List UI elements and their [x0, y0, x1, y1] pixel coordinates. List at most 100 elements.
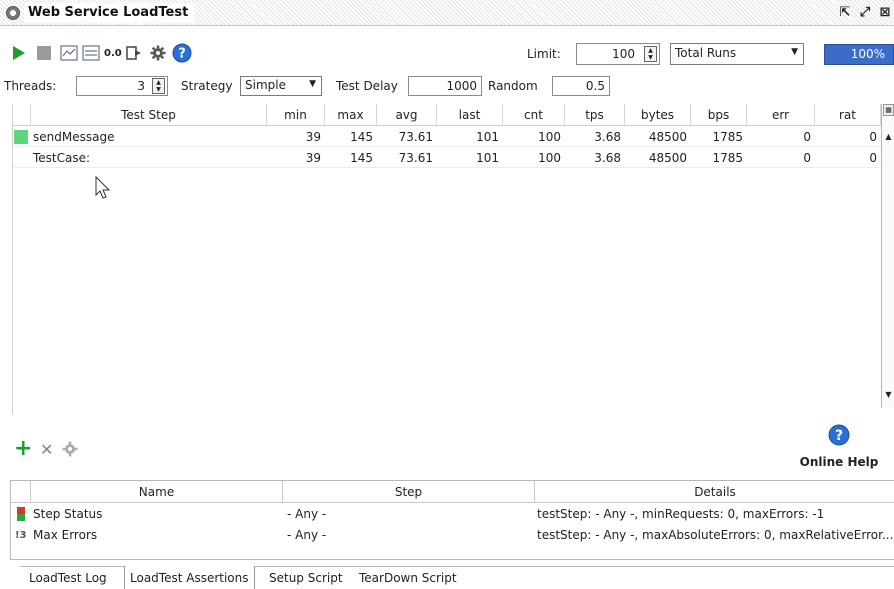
help-icon[interactable]: ?	[828, 424, 850, 446]
test-delay-input[interactable]: 1000	[408, 76, 482, 96]
cell-test-step: sendMessage	[33, 130, 115, 144]
column-header-details[interactable]: Details	[535, 481, 894, 503]
assertion-details: testStep: - Any -, maxAbsoluteErrors: 0,…	[537, 528, 893, 542]
test-delay-label: Test Delay	[336, 79, 398, 93]
strategy-select[interactable]: Simple ▼	[240, 76, 322, 96]
table-row[interactable]: sendMessage 39 145 73.61 101 100 3.68 48…	[13, 127, 881, 147]
threads-value[interactable]: 3	[137, 79, 145, 93]
threads-label: Threads:	[4, 79, 57, 93]
progress-bar: 100%	[824, 44, 894, 65]
column-header-cnt[interactable]: cnt	[503, 104, 565, 126]
statistics-icon[interactable]	[82, 44, 100, 62]
cell-last: 101	[476, 151, 499, 165]
assertion-step: - Any -	[287, 507, 327, 521]
stop-icon[interactable]	[36, 44, 52, 62]
strategy-value: Simple	[245, 78, 286, 92]
cell-min: 39	[305, 130, 321, 144]
table-row[interactable]: !3 Max Errors - Any - testStep: - Any -,…	[11, 525, 894, 546]
column-header-rat[interactable]: rat	[815, 104, 881, 126]
bottom-tabs: LoadTest Log LoadTest Assertions Setup S…	[20, 566, 894, 589]
run-icon[interactable]	[12, 44, 26, 62]
export-icon[interactable]	[126, 44, 144, 62]
cell-err: 0	[803, 130, 811, 144]
assertion-name: Max Errors	[33, 528, 98, 542]
cell-avg: 73.61	[398, 151, 433, 165]
tab-teardown-script[interactable]: TearDown Script	[354, 567, 462, 589]
cell-test-step: TestCase:	[33, 151, 91, 165]
statistics-scrollbar[interactable]: ▦ ▲ ▼	[881, 104, 894, 408]
configure-assertion-gear-icon[interactable]	[62, 441, 78, 460]
limit-type-select[interactable]: Total Runs ▼	[670, 43, 804, 65]
window-title: Web Service LoadTest	[24, 3, 195, 23]
random-label: Random	[488, 79, 538, 93]
close-icon[interactable]: ⊠	[876, 4, 894, 22]
undock-icon[interactable]: ⇱	[836, 4, 854, 22]
column-header-status[interactable]	[13, 104, 31, 126]
column-header-bytes[interactable]: bytes	[625, 104, 691, 126]
cell-bytes: 48500	[648, 130, 687, 144]
cell-bytes: 48500	[648, 151, 687, 165]
step-status-assertion-icon	[17, 507, 25, 521]
online-help-label[interactable]: Online Help	[796, 455, 882, 469]
cell-max: 145	[350, 130, 373, 144]
graph-icon[interactable]	[60, 44, 78, 62]
title-bar: Web Service LoadTest ⇱ ⤢ ⊠	[0, 0, 894, 26]
limit-spinner[interactable]: 100 ▲ ▼	[576, 43, 660, 65]
svg-text:?: ?	[178, 47, 186, 62]
cell-min: 39	[305, 151, 321, 165]
column-header-type[interactable]	[11, 481, 31, 503]
assertion-step: - Any -	[287, 528, 327, 542]
tab-setup-script[interactable]: Setup Script	[264, 567, 348, 589]
column-header-min[interactable]: min	[267, 104, 325, 126]
cell-bps: 1785	[712, 130, 743, 144]
reset-statistics-icon[interactable]: 0.0	[104, 44, 122, 62]
column-chooser-icon[interactable]: ▦	[883, 104, 894, 116]
svg-text:?: ?	[835, 428, 843, 444]
column-header-max[interactable]: max	[325, 104, 377, 126]
max-errors-assertion-icon: !3	[15, 530, 27, 541]
mouse-cursor-icon	[95, 176, 111, 199]
threads-spinner[interactable]: 3 ▲ ▼	[76, 76, 168, 96]
assertion-toolbar: + ✕	[14, 438, 94, 462]
threads-spin-buttons[interactable]: ▲ ▼	[152, 78, 165, 94]
column-header-step[interactable]: Step	[283, 481, 535, 503]
loadtest-icon	[6, 6, 20, 20]
remove-assertion-icon[interactable]: ✕	[40, 440, 53, 460]
random-input[interactable]: 0.5	[552, 76, 610, 96]
scroll-down-icon[interactable]: ▼	[883, 388, 894, 402]
tab-loadtest-assertions[interactable]: LoadTest Assertions	[124, 566, 255, 589]
column-header-tps[interactable]: tps	[565, 104, 625, 126]
table-row[interactable]: Step Status - Any - testStep: - Any -, m…	[11, 504, 894, 525]
column-header-avg[interactable]: avg	[377, 104, 437, 126]
maximize-icon[interactable]: ⤢	[856, 4, 874, 22]
scroll-up-icon[interactable]: ▲	[883, 130, 894, 144]
assertions-table: Name Step Details Step Status - Any - te…	[10, 480, 894, 560]
add-assertion-icon[interactable]: +	[14, 438, 32, 460]
cell-cnt: 100	[538, 130, 561, 144]
column-header-test-step[interactable]: Test Step	[31, 104, 267, 126]
cell-bps: 1785	[712, 151, 743, 165]
limit-value[interactable]: 100	[612, 47, 635, 61]
column-header-name[interactable]: Name	[31, 481, 283, 503]
column-header-err[interactable]: err	[747, 104, 815, 126]
column-header-last[interactable]: last	[437, 104, 503, 126]
statistics-table: Test Step min max avg last cnt tps bytes…	[12, 104, 884, 414]
toolbar: 0.0 ? Limit: 100 ▲ ▼ Total Runs ▼ 100%	[0, 28, 894, 68]
gear-icon[interactable]	[150, 44, 166, 62]
load-parameters: Threads: 3 ▲ ▼ Strategy Simple ▼ Test Del…	[0, 73, 894, 99]
cell-tps: 3.68	[594, 151, 621, 165]
online-help[interactable]: ? Online Help	[796, 424, 882, 474]
limit-type-value: Total Runs	[675, 46, 737, 60]
cell-tps: 3.68	[594, 130, 621, 144]
limit-spin-buttons[interactable]: ▲ ▼	[644, 46, 657, 62]
column-header-bps[interactable]: bps	[691, 104, 747, 126]
chevron-down-icon[interactable]: ▼	[309, 79, 316, 89]
help-icon[interactable]: ?	[172, 43, 192, 63]
cell-last: 101	[476, 130, 499, 144]
assertion-details: testStep: - Any -, minRequests: 0, maxEr…	[537, 507, 825, 521]
cell-cnt: 100	[538, 151, 561, 165]
cell-max: 145	[350, 151, 373, 165]
table-row[interactable]: TestCase: 39 145 73.61 101 100 3.68 4850…	[13, 148, 881, 168]
chevron-down-icon[interactable]: ▼	[791, 47, 798, 57]
tab-loadtest-log[interactable]: LoadTest Log	[24, 567, 112, 589]
